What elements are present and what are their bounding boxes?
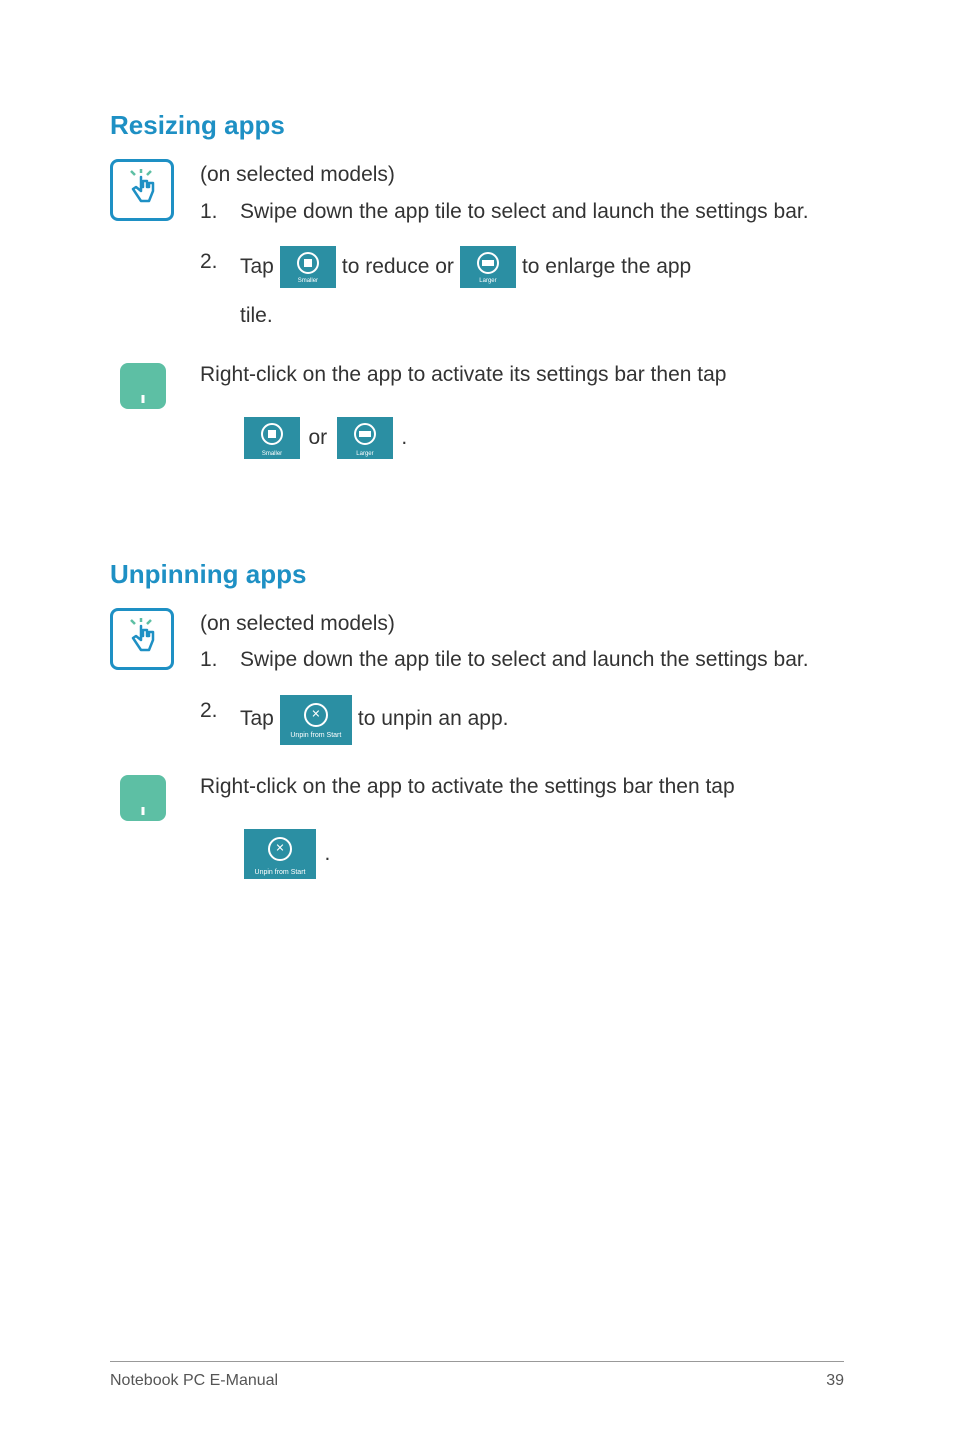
resizing-touch-row: (on selected models) 1. Swipe down the a… xyxy=(110,159,844,343)
unpin-touchpad-period: . xyxy=(324,842,330,865)
step1-num: 1. xyxy=(200,196,240,229)
unpinning-touch-row: (on selected models) 1. Swipe down the a… xyxy=(110,608,844,755)
resizing-touchpad-content: Right-click on the app to activate its s… xyxy=(200,359,844,392)
step2-line2: tile. xyxy=(240,300,844,333)
step2-suffix: to enlarge the app xyxy=(522,251,691,284)
touchpad-text-prefix: Right-click on the app to activate its s… xyxy=(200,359,844,392)
unpinning-touch-subtitle: (on selected models) xyxy=(200,608,844,641)
touch-gesture-icon xyxy=(110,159,174,221)
resizing-touch-subtitle: (on selected models) xyxy=(200,159,844,192)
unpin-step2-num: 2. xyxy=(200,695,240,745)
resizing-touchpad-row: Right-click on the app to activate its s… xyxy=(110,359,844,409)
step2-num: 2. xyxy=(200,246,240,333)
unpin-touchpad-text-prefix: Right-click on the app to activate the s… xyxy=(200,771,844,804)
unpinning-touchpad-row: Right-click on the app to activate the s… xyxy=(110,771,844,821)
unpin-step2-suffix: to unpin an app. xyxy=(358,703,509,736)
resizing-step1: 1. Swipe down the app tile to select and… xyxy=(200,196,844,229)
touchpad-icon xyxy=(120,363,166,409)
touchpad-icon-2 xyxy=(120,775,166,821)
footer-title: Notebook PC E-Manual xyxy=(110,1372,278,1390)
page-footer: Notebook PC E-Manual 39 xyxy=(110,1361,844,1390)
page-number: 39 xyxy=(826,1372,844,1390)
resizing-touchpad-tiles: Smaller or Larger . xyxy=(240,417,844,459)
resizing-apps-heading: Resizing apps xyxy=(110,110,844,141)
touch-icon-col-2 xyxy=(110,608,200,670)
unpin-tile-icon-2: ✕ Unpin from Start xyxy=(244,829,316,879)
touchpad-icon-col xyxy=(110,359,200,409)
unpin-step2-prefix: Tap xyxy=(240,703,274,736)
touchpad-period: . xyxy=(401,426,407,449)
step2-prefix: Tap xyxy=(240,251,274,284)
resizing-step2: 2. Tap Smaller to reduce or Larger to en… xyxy=(200,246,844,333)
unpinning-touch-content: (on selected models) 1. Swipe down the a… xyxy=(200,608,844,755)
touchpad-or: or xyxy=(308,426,333,449)
unpin-tile-icon: ✕ Unpin from Start xyxy=(280,695,352,745)
touch-gesture-icon-2 xyxy=(110,608,174,670)
unpin-step2-content: Tap ✕ Unpin from Start to unpin an app. xyxy=(240,695,844,745)
touchpad-icon-col-2 xyxy=(110,771,200,821)
unpinning-apps-heading: Unpinning apps xyxy=(110,559,844,590)
unpin-step1-num: 1. xyxy=(200,644,240,677)
unpinning-touchpad-tiles: ✕ Unpin from Start . xyxy=(240,829,844,879)
smaller-tile-icon: Smaller xyxy=(280,246,336,288)
resizing-touch-content: (on selected models) 1. Swipe down the a… xyxy=(200,159,844,343)
unpinning-touchpad-content: Right-click on the app to activate the s… xyxy=(200,771,844,804)
unpinning-step1: 1. Swipe down the app tile to select and… xyxy=(200,644,844,677)
unpinning-step2: 2. Tap ✕ Unpin from Start to unpin an ap… xyxy=(200,695,844,745)
step2-content: Tap Smaller to reduce or Larger to enlar… xyxy=(240,246,844,333)
larger-tile-icon: Larger xyxy=(460,246,516,288)
touch-icon-col xyxy=(110,159,200,221)
step2-mid: to reduce or xyxy=(342,251,454,284)
step1-text: Swipe down the app tile to select and la… xyxy=(240,196,844,229)
larger-tile-icon-2: Larger xyxy=(337,417,393,459)
unpin-step1-text: Swipe down the app tile to select and la… xyxy=(240,644,844,677)
smaller-tile-icon-2: Smaller xyxy=(244,417,300,459)
